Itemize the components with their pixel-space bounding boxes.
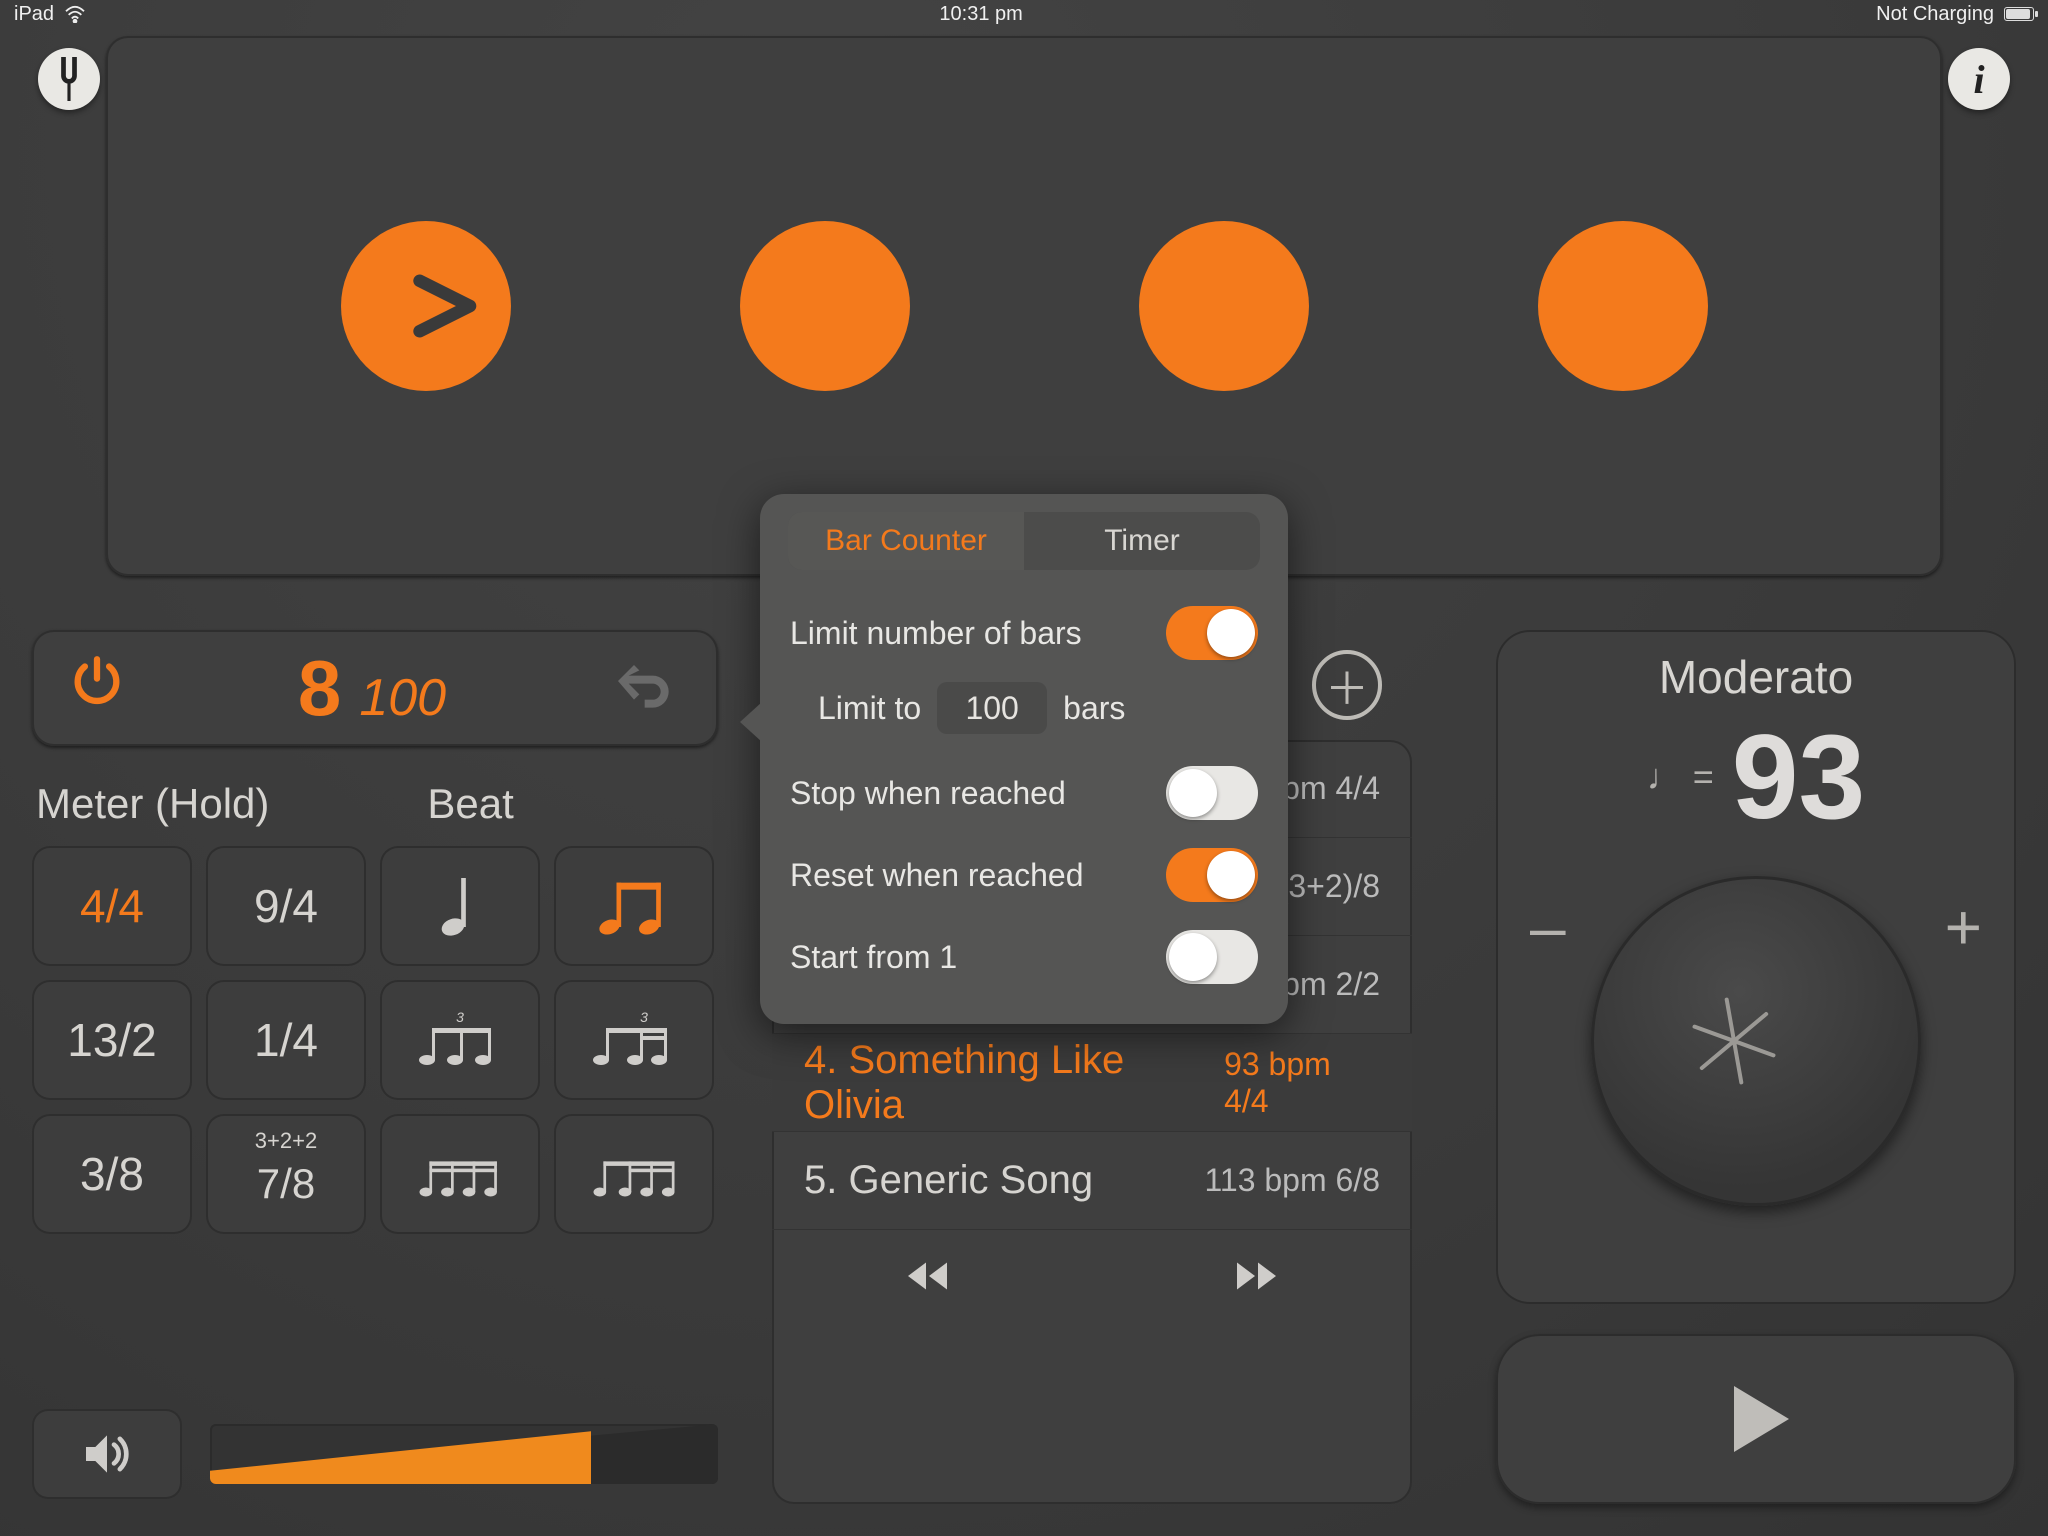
stop-when-label: Stop when reached xyxy=(790,775,1066,812)
beat-3[interactable] xyxy=(1139,221,1309,391)
device-label: iPad xyxy=(14,3,54,26)
popover-tabs[interactable]: Bar Counter Timer xyxy=(788,512,1260,570)
tempo-dial[interactable] xyxy=(1591,876,1921,1206)
tab-bar-counter[interactable]: Bar Counter xyxy=(788,512,1024,570)
beat-triplet-b[interactable]: 3 xyxy=(554,980,714,1100)
beat-label: Beat xyxy=(427,780,513,828)
tempo-value: 93 xyxy=(1732,708,1865,846)
note-equals: ♩ = xyxy=(1647,756,1714,798)
meter-area: Meter (Hold) Beat 4/4 9/4 13/2 1/4 3 3 3… xyxy=(32,780,718,1234)
tempo-minus[interactable]: – xyxy=(1530,890,1566,964)
battery-icon xyxy=(2004,7,2034,21)
beat-quarter[interactable] xyxy=(380,846,540,966)
reset-when-switch[interactable] xyxy=(1166,848,1258,902)
meter-4-4[interactable]: 4/4 xyxy=(32,846,192,966)
bar-counter-panel[interactable]: 8 100 xyxy=(32,630,718,746)
add-song-button[interactable]: ＋ xyxy=(1312,650,1382,720)
volume-row xyxy=(32,1404,718,1504)
start-from-1-switch[interactable] xyxy=(1166,930,1258,984)
meter-9-4[interactable]: 9/4 xyxy=(206,846,366,966)
status-bar: iPad 10:31 pm Not Charging xyxy=(0,0,2048,28)
battery-label: Not Charging xyxy=(1876,3,1994,26)
tuning-fork-button[interactable] xyxy=(38,48,100,110)
meter-13-2[interactable]: 13/2 xyxy=(32,980,192,1100)
song-row-4[interactable]: 4. Something Like Olivia93 bpm 4/4 xyxy=(772,1034,1412,1132)
stop-when-switch[interactable] xyxy=(1166,766,1258,820)
tempo-panel: Moderato ♩ = 93 – + xyxy=(1496,630,2016,1304)
limit-to-pre: Limit to xyxy=(818,690,921,727)
beat-2[interactable] xyxy=(740,221,910,391)
prev-song-button[interactable] xyxy=(902,1246,962,1311)
beat-triplet-a[interactable]: 3 xyxy=(380,980,540,1100)
start-from-1-label: Start from 1 xyxy=(790,939,957,976)
wifi-icon xyxy=(64,5,86,23)
limit-bars-switch[interactable] xyxy=(1166,606,1258,660)
meter-3-8[interactable]: 3/8 xyxy=(32,1114,192,1234)
svg-text:3: 3 xyxy=(456,1009,464,1025)
tempo-plus[interactable]: + xyxy=(1945,890,1982,964)
undo-icon[interactable] xyxy=(618,649,682,727)
beat-4[interactable] xyxy=(1538,221,1708,391)
limit-to-field[interactable]: 100 xyxy=(937,682,1047,734)
tab-timer[interactable]: Timer xyxy=(1024,512,1260,570)
clock: 10:31 pm xyxy=(939,3,1022,26)
next-song-button[interactable] xyxy=(1222,1246,1282,1311)
limit-to-post: bars xyxy=(1063,690,1125,727)
beat-sixteenths-a[interactable] xyxy=(380,1114,540,1234)
meter-label: Meter (Hold) xyxy=(36,780,269,828)
bar-current: 8 xyxy=(298,643,341,734)
power-icon[interactable] xyxy=(68,652,126,724)
beat-sixteenths-b[interactable] xyxy=(554,1114,714,1234)
limit-bars-label: Limit number of bars xyxy=(790,615,1082,652)
reset-when-label: Reset when reached xyxy=(790,857,1084,894)
beat-eighths[interactable] xyxy=(554,846,714,966)
volume-button[interactable] xyxy=(32,1409,182,1499)
meter-7-8[interactable]: 3+2+27/8 xyxy=(206,1114,366,1234)
beat-1[interactable] xyxy=(341,221,511,391)
bar-limit: 100 xyxy=(359,668,446,728)
volume-slider[interactable] xyxy=(210,1424,718,1484)
svg-text:3: 3 xyxy=(640,1009,648,1025)
song-row-5[interactable]: 5. Generic Song113 bpm 6/8 xyxy=(772,1132,1412,1230)
play-button[interactable] xyxy=(1496,1334,2016,1504)
meter-1-4[interactable]: 1/4 xyxy=(206,980,366,1100)
bar-counter-popover: Bar Counter Timer Limit number of bars L… xyxy=(760,494,1288,1024)
tempo-name: Moderato xyxy=(1659,650,1853,704)
info-button[interactable]: i xyxy=(1948,48,2010,110)
